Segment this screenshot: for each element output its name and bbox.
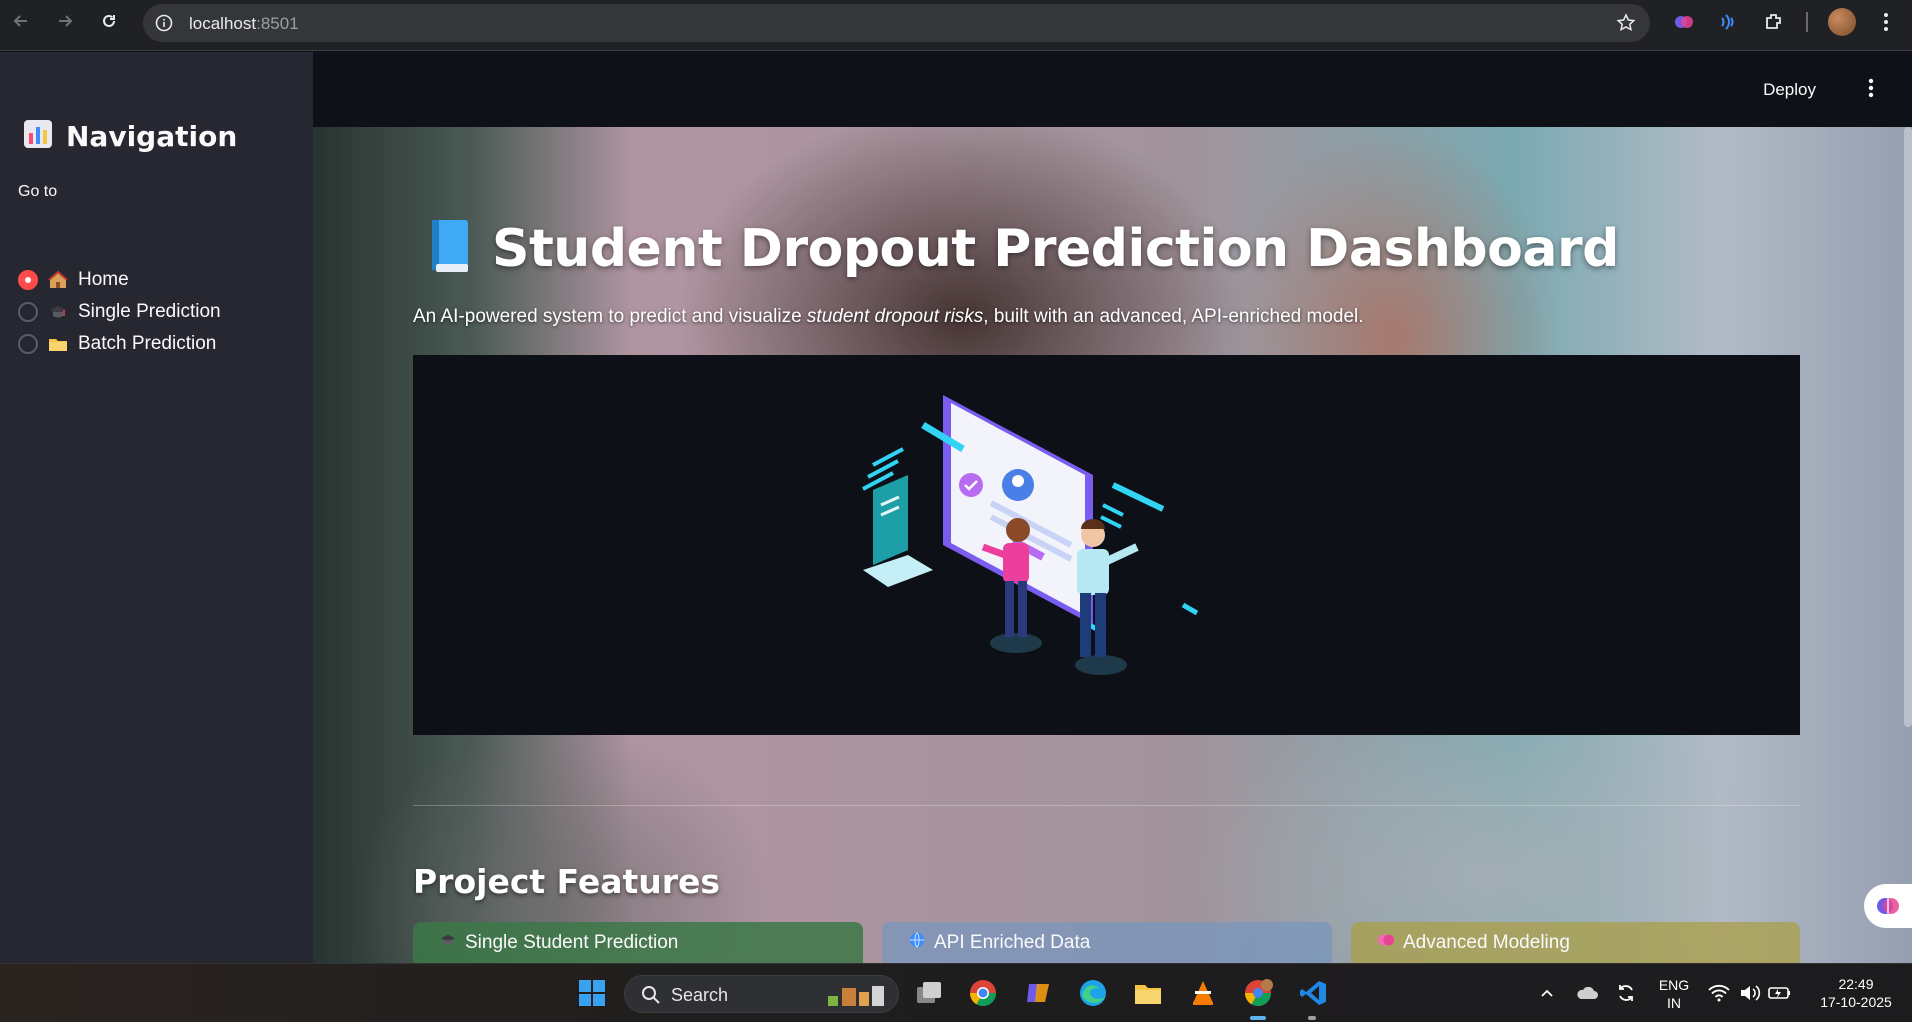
browser-menu-icon[interactable] (1874, 10, 1898, 34)
feature-card-advanced-modeling: Advanced Modeling (1351, 922, 1800, 963)
page-scrollbar[interactable] (1904, 127, 1912, 727)
sync-icon[interactable] (1609, 976, 1643, 1010)
bookmark-star-icon[interactable] (1616, 13, 1636, 33)
battery-icon[interactable] (1763, 976, 1797, 1010)
browser-toolbar: localhost:8501 (0, 0, 1912, 51)
feature-card-label: Single Student Prediction (465, 931, 679, 953)
features-heading: Project Features (413, 862, 721, 901)
forward-icon[interactable] (54, 10, 76, 32)
floating-assistant-button[interactable] (1864, 884, 1912, 928)
feature-card-label: Advanced Modeling (1403, 931, 1570, 953)
language-indicator[interactable]: ENG IN (1656, 976, 1692, 1012)
site-info-icon[interactable] (155, 14, 173, 32)
blue-book-icon (426, 218, 474, 279)
address-bar[interactable]: localhost:8501 (143, 4, 1650, 42)
chrome-icon[interactable] (966, 976, 1000, 1010)
taskbar-search[interactable]: Search (624, 975, 899, 1013)
house-icon (48, 270, 68, 290)
sidebar-title-text: Navigation (66, 120, 238, 153)
extension-audio-icon[interactable] (1716, 10, 1740, 34)
chrome-profile-icon[interactable] (1241, 976, 1275, 1010)
tray-chevron-up-icon[interactable] (1530, 976, 1564, 1010)
feature-card-api-enriched: API Enriched Data (882, 922, 1332, 963)
nav-option-batch-prediction[interactable]: Batch Prediction (18, 333, 216, 355)
vlc-icon[interactable] (1186, 976, 1220, 1010)
section-divider (413, 805, 1800, 806)
open-app-indicator (1308, 1016, 1316, 1020)
deploy-button[interactable]: Deploy (1763, 80, 1816, 100)
toolbar-divider (1806, 12, 1808, 32)
app-header: Deploy (313, 52, 1912, 127)
graduation-cap-icon (439, 931, 457, 955)
volume-icon[interactable] (1733, 976, 1767, 1010)
goto-label: Go to (18, 183, 58, 200)
search-icon (641, 985, 661, 1010)
nav-option-label: Home (78, 269, 129, 290)
radio-unselected[interactable] (18, 302, 38, 322)
nav-option-home[interactable]: Home (18, 269, 129, 291)
sidebar-title: Navigation (22, 118, 237, 155)
profile-avatar[interactable] (1828, 8, 1856, 36)
feature-card-label: API Enriched Data (934, 931, 1091, 953)
bar-chart-icon (22, 118, 54, 155)
extension-brain-icon[interactable] (1672, 10, 1696, 34)
search-highlight-icon (826, 982, 888, 1013)
onedrive-cloud-icon[interactable] (1570, 976, 1604, 1010)
file-explorer-icon[interactable] (1131, 976, 1165, 1010)
page-subtitle: An AI-powered system to predict and visu… (413, 306, 1364, 327)
clock[interactable]: 22:49 17-10-2025 (1808, 975, 1904, 1011)
page-title: Student Dropout Prediction Dashboard (426, 218, 1619, 279)
start-windows-icon[interactable] (575, 976, 609, 1010)
nav-option-label: Single Prediction (78, 301, 221, 322)
wifi-icon[interactable] (1702, 976, 1736, 1010)
graduation-cap-icon (48, 302, 68, 322)
edge-icon[interactable] (1076, 976, 1110, 1010)
radio-unselected[interactable] (18, 334, 38, 354)
task-view-icon[interactable] (912, 976, 946, 1010)
nav-option-single-prediction[interactable]: Single Prediction (18, 301, 221, 323)
app-menu-icon[interactable] (1868, 78, 1874, 98)
folder-icon (48, 334, 68, 354)
active-app-indicator (1250, 1016, 1266, 1020)
back-icon[interactable] (10, 10, 32, 32)
globe-icon (908, 931, 926, 955)
radio-selected[interactable] (18, 270, 38, 290)
search-label: Search (671, 985, 729, 1005)
extensions-puzzle-icon[interactable] (1762, 10, 1786, 34)
url-text: localhost:8501 (189, 14, 299, 33)
nav-option-label: Batch Prediction (78, 333, 217, 354)
os-taskbar: Search ENG IN 22:49 17-10-2025 (0, 963, 1912, 1022)
vscode-icon[interactable] (1296, 976, 1330, 1010)
feature-card-single-prediction: Single Student Prediction (413, 922, 863, 963)
page-title-text: Student Dropout Prediction Dashboard (492, 218, 1619, 279)
brain-icon (1377, 931, 1395, 955)
copilot-icon[interactable] (1021, 976, 1055, 1010)
hero-illustration (413, 355, 1800, 735)
reload-icon[interactable] (98, 10, 120, 32)
